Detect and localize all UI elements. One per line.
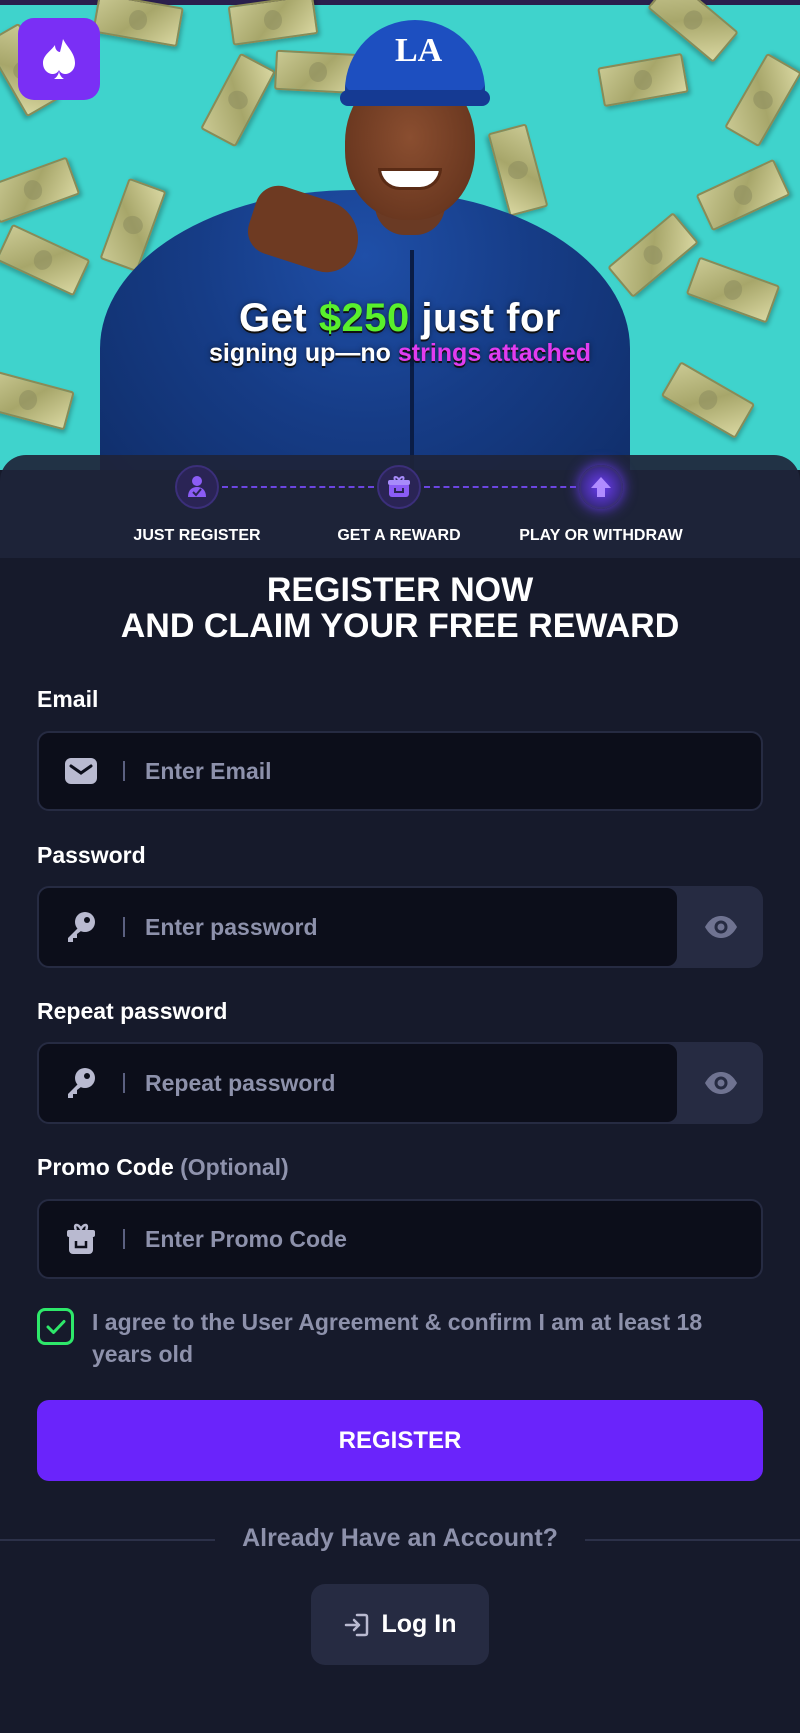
money-bill-decoration [597, 52, 689, 108]
promo-code-input-box[interactable] [37, 1199, 763, 1279]
input-separator [123, 761, 125, 781]
step-node-withdraw [579, 465, 623, 509]
key-icon [39, 910, 123, 944]
already-have-account-text: Already Have an Account? [242, 1524, 558, 1552]
repeat-password-field-group [37, 1042, 763, 1124]
promo-code-field[interactable] [145, 1225, 761, 1253]
step-label-reward: GET A REWARD [337, 527, 461, 544]
show-password-button[interactable] [679, 886, 763, 968]
promo-headline-line1: Get $250 just for [239, 296, 561, 340]
login-button[interactable]: Log In [311, 1584, 489, 1665]
page-title: REGISTER NOW AND CLAIM YOUR FREE REWARD [0, 572, 800, 644]
hero-banner: LA Get $250 just for signing up—no strin… [0, 0, 800, 470]
money-bill-decoration [92, 0, 184, 48]
step-connector [222, 486, 374, 488]
step-label-register: JUST REGISTER [133, 527, 261, 544]
money-bill-decoration [487, 123, 549, 217]
money-bill-decoration [647, 0, 739, 63]
input-separator [123, 1229, 125, 1249]
eye-icon [705, 916, 737, 938]
email-field[interactable] [145, 757, 761, 785]
optional-tag: (Optional) [180, 1154, 289, 1180]
agreement-row: I agree to the User Agreement & confirm … [37, 1306, 763, 1370]
money-bill-decoration [0, 223, 91, 297]
repeat-password-label: Repeat password [37, 998, 228, 1024]
step-node-register [175, 465, 219, 509]
page-title-line2: AND CLAIM YOUR FREE REWARD [120, 607, 680, 645]
agreement-text[interactable]: I agree to the User Agreement & confirm … [92, 1306, 763, 1370]
mail-icon [39, 757, 123, 785]
money-bill-decoration [0, 156, 81, 224]
email-input-box[interactable] [37, 731, 763, 811]
gift-icon [388, 476, 410, 497]
promo-headline: Get $250 just for signing up—no strings … [0, 296, 800, 368]
login-icon [344, 1612, 370, 1638]
agreement-checkbox[interactable] [37, 1308, 74, 1345]
input-separator [123, 917, 125, 937]
money-bill-decoration [0, 369, 75, 431]
cap-brim [340, 90, 490, 106]
show-repeat-password-button[interactable] [679, 1042, 763, 1124]
password-field[interactable] [145, 913, 677, 941]
promo-code-label: Promo Code (Optional) [37, 1154, 289, 1180]
password-input-box[interactable] [37, 886, 679, 968]
money-bill-decoration [227, 0, 319, 46]
money-bill-decoration [200, 52, 276, 148]
promo-amount: $250 [318, 296, 410, 340]
password-field-group [37, 886, 763, 968]
cap-logo: LA [395, 32, 443, 69]
eye-icon [705, 1072, 737, 1094]
user-check-icon [188, 476, 206, 497]
promo-highlight: strings attached [397, 339, 591, 367]
step-node-reward [377, 465, 421, 509]
gift-icon [39, 1223, 123, 1255]
step-connector [424, 486, 576, 488]
steps-progress: JUST REGISTER GET A REWARD PLAY OR WITHD… [0, 455, 800, 558]
money-bill-decoration [695, 158, 791, 232]
input-separator [123, 1073, 125, 1093]
repeat-password-input-box[interactable] [37, 1042, 679, 1124]
app-logo[interactable] [18, 18, 100, 100]
login-label: Log In [381, 1610, 457, 1638]
repeat-password-field[interactable] [145, 1069, 677, 1097]
spade-flame-icon [43, 39, 75, 79]
checkmark-icon [46, 1319, 65, 1334]
step-label-withdraw: PLAY OR WITHDRAW [519, 527, 683, 544]
key-icon [39, 1066, 123, 1100]
money-bill-decoration [724, 52, 800, 148]
money-bill-decoration [660, 361, 756, 439]
money-bill-decoration [607, 212, 699, 298]
register-button[interactable]: REGISTER [37, 1400, 763, 1481]
promo-headline-line2: signing up—no strings attached [209, 339, 591, 367]
password-label: Password [37, 842, 146, 868]
arrow-up-icon [591, 477, 611, 497]
email-label: Email [37, 686, 99, 712]
page-title-line1: REGISTER NOW [266, 571, 534, 609]
